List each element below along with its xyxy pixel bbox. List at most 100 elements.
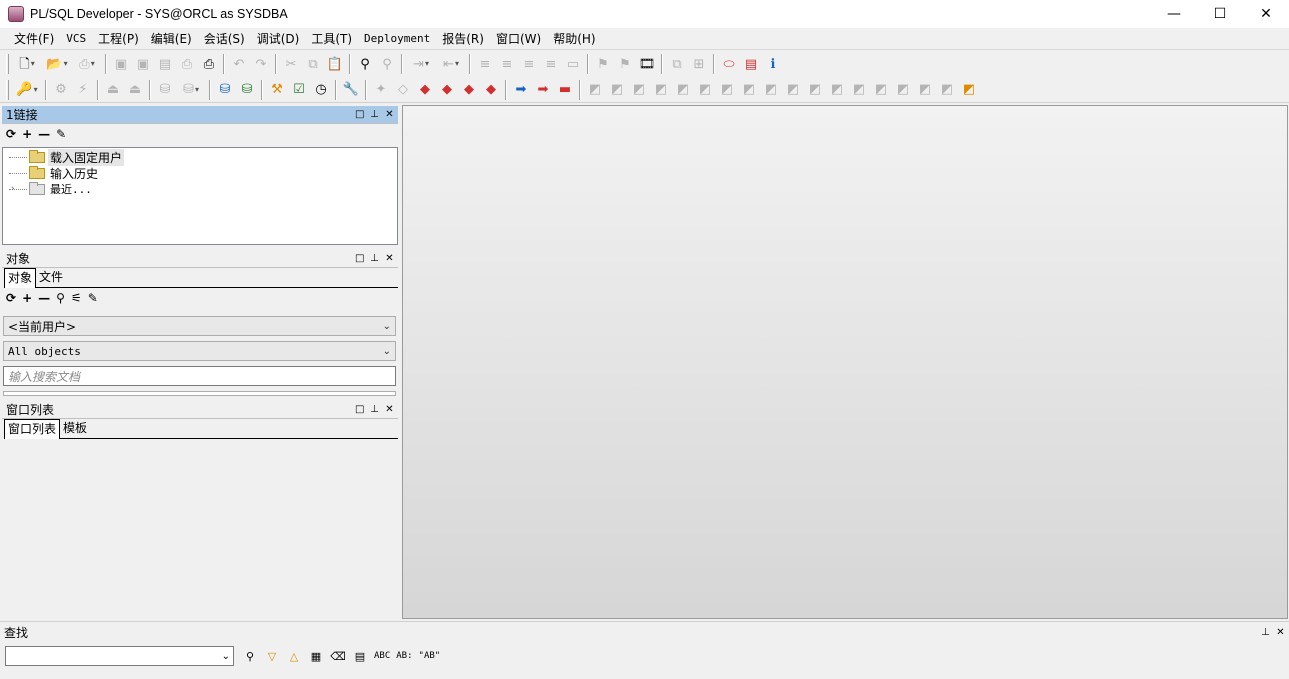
menu-reports[interactable]: 报告(R): [436, 29, 490, 49]
properties-icon[interactable]: ✎: [88, 291, 98, 305]
copy-icon[interactable]: ⧉: [302, 53, 324, 75]
menu-debug[interactable]: 调试(D): [251, 29, 306, 49]
checklist-icon[interactable]: ☑: [288, 79, 310, 101]
menu-tools[interactable]: 工具(T): [305, 29, 358, 49]
plugin-hammer-icon[interactable]: ◩: [958, 79, 980, 101]
menu-edit[interactable]: 编辑(E): [145, 29, 198, 49]
redo-icon[interactable]: ↷: [250, 53, 272, 75]
movie-icon[interactable]: 🎞: [636, 53, 658, 75]
whole-word-toggle[interactable]: AB:: [396, 651, 412, 661]
find-binoculars-icon[interactable]: ⚲: [242, 650, 258, 663]
replace-icon[interactable]: ⚲: [376, 53, 398, 75]
panel-close-icon[interactable]: ✕: [385, 253, 394, 264]
plugin-4-icon[interactable]: ◩: [650, 79, 672, 101]
plugin-15-icon[interactable]: ◩: [892, 79, 914, 101]
panel-pin-icon[interactable]: ⊥: [370, 253, 379, 264]
add-icon[interactable]: +: [22, 291, 32, 305]
book-red-icon[interactable]: ◆: [414, 79, 436, 101]
plugin-3-icon[interactable]: ◩: [628, 79, 650, 101]
plugin-12-icon[interactable]: ◩: [826, 79, 848, 101]
close-button[interactable]: ✕: [1243, 0, 1289, 28]
plugin-13-icon[interactable]: ◩: [848, 79, 870, 101]
plugin-2-icon[interactable]: ◩: [606, 79, 628, 101]
tree-item-fixed-users[interactable]: 载入固定用户: [3, 148, 125, 166]
eraser-icon[interactable]: ◇: [392, 79, 414, 101]
menu-deployment[interactable]: Deployment: [358, 29, 436, 49]
panel-close-icon[interactable]: ✕: [1276, 627, 1285, 638]
panel-pin-icon[interactable]: ⊥: [1261, 627, 1270, 638]
print-icon[interactable]: ⎙: [72, 53, 102, 75]
uncomment-icon[interactable]: ≡: [496, 53, 518, 75]
panel-close-icon[interactable]: ✕: [385, 404, 394, 415]
tree-item-history[interactable]: 输入历史: [3, 165, 100, 181]
comment-icon[interactable]: ≡: [474, 53, 496, 75]
pdf-icon[interactable]: ▤: [740, 53, 762, 75]
menu-window[interactable]: 窗口(W): [490, 29, 547, 49]
panel-pin-icon[interactable]: ⊥: [370, 109, 379, 120]
open-icon[interactable]: 📂: [42, 53, 72, 75]
plugin-7-icon[interactable]: ◩: [716, 79, 738, 101]
add-icon[interactable]: +: [22, 127, 32, 141]
plugin-8-icon[interactable]: ◩: [738, 79, 760, 101]
breakpoint-icon[interactable]: ⚑: [592, 53, 614, 75]
save-as-icon[interactable]: ▣: [132, 53, 154, 75]
db-upload-icon[interactable]: ⏏: [102, 79, 124, 101]
tab-files[interactable]: 文件: [36, 268, 66, 287]
mdi-workspace[interactable]: [402, 105, 1288, 619]
cut-icon[interactable]: ✂: [280, 53, 302, 75]
tree-item-recent[interactable]: › 最近...: [3, 181, 94, 197]
toolbar-grip[interactable]: [6, 54, 9, 74]
wrench-icon[interactable]: 🔧: [340, 79, 362, 101]
oracle-icon[interactable]: ⬭: [718, 53, 740, 75]
print-preview-icon[interactable]: ⎙: [176, 53, 198, 75]
maximize-button[interactable]: ☐: [1197, 0, 1243, 28]
schedule-icon[interactable]: ◷: [310, 79, 332, 101]
format-icon[interactable]: ▭: [562, 53, 584, 75]
menu-session[interactable]: 会话(S): [198, 29, 251, 49]
find-binoculars-icon[interactable]: ⚲: [56, 291, 65, 305]
db-download-icon[interactable]: ⏏: [124, 79, 146, 101]
compile-icon[interactable]: ✦: [370, 79, 392, 101]
find-icon[interactable]: ⚲: [354, 53, 376, 75]
plugin-11-icon[interactable]: ◩: [804, 79, 826, 101]
regex-toggle[interactable]: "AB": [419, 651, 441, 661]
db-connect-icon[interactable]: ⛁: [214, 79, 236, 101]
menu-vcs[interactable]: VCS: [60, 29, 92, 49]
new-icon[interactable]: 🗋: [12, 53, 42, 75]
plugin-16-icon[interactable]: ◩: [914, 79, 936, 101]
menu-file[interactable]: 文件(F): [8, 29, 60, 49]
refresh-icon[interactable]: ⟳: [6, 127, 16, 141]
indent-icon[interactable]: ⇥: [406, 53, 436, 75]
expand-chevron-icon[interactable]: ›: [11, 184, 15, 194]
plugin-17-icon[interactable]: ◩: [936, 79, 958, 101]
find-previous-icon[interactable]: △: [286, 650, 302, 663]
clear-highlight-icon[interactable]: ⌫: [330, 650, 346, 663]
panel-pin-icon[interactable]: ⊥: [370, 404, 379, 415]
refresh-icon[interactable]: ⟳: [6, 291, 16, 305]
plugin-9-icon[interactable]: ◩: [760, 79, 782, 101]
remove-icon[interactable]: —: [38, 127, 50, 141]
selection-only-icon[interactable]: ▤: [352, 650, 368, 663]
plugin-10-icon[interactable]: ◩: [782, 79, 804, 101]
tab-templates[interactable]: 模板: [60, 419, 90, 438]
filter-icon[interactable]: ⚟: [71, 291, 82, 305]
panel-float-icon[interactable]: □: [355, 404, 364, 415]
flash-icon[interactable]: ⚡: [72, 79, 94, 101]
minimize-button[interactable]: —: [1151, 0, 1197, 28]
plugin-14-icon[interactable]: ◩: [870, 79, 892, 101]
plugin-5-icon[interactable]: ◩: [672, 79, 694, 101]
find-input[interactable]: ⌄: [5, 646, 234, 666]
menu-project[interactable]: 工程(P): [92, 29, 145, 49]
uppercase-icon[interactable]: ≡: [518, 53, 540, 75]
arrow-right-red-icon[interactable]: ➡: [532, 79, 554, 101]
find-next-icon[interactable]: ▽: [264, 650, 280, 663]
commit-icon[interactable]: ⛁: [154, 79, 176, 101]
gear-icon[interactable]: ⚙: [50, 79, 72, 101]
book-pen-icon[interactable]: ◆: [480, 79, 502, 101]
tab-objects[interactable]: 对象: [4, 268, 37, 288]
plugin-1-icon[interactable]: ◩: [584, 79, 606, 101]
cascade-icon[interactable]: ⧉: [666, 53, 688, 75]
key-icon[interactable]: 🔑: [12, 79, 42, 101]
book-edit-icon[interactable]: ◆: [458, 79, 480, 101]
user-select[interactable]: <当前用户> ⌄: [3, 316, 396, 336]
